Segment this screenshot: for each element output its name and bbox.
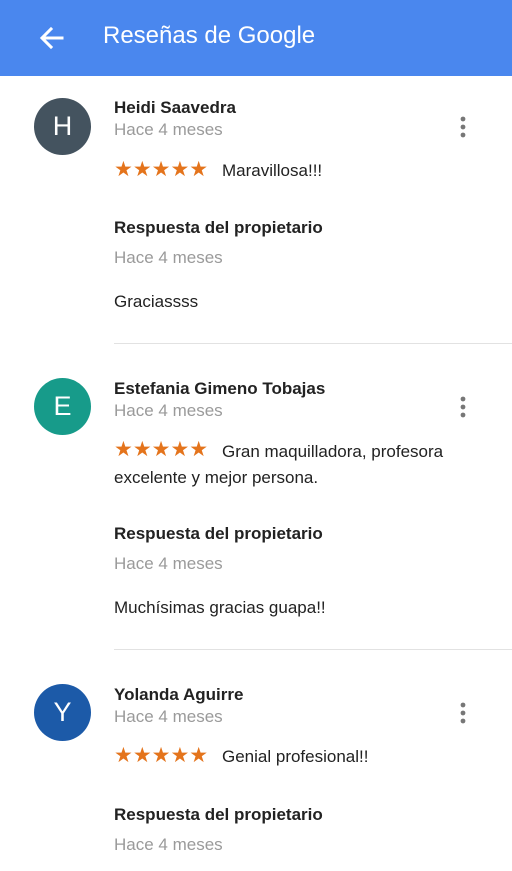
review-item: H Heidi Saavedra Hace 4 meses ★★★★★ Mara…: [0, 76, 512, 344]
reviewer-name: Yolanda Aguirre: [114, 685, 244, 704]
review-item: Y Yolanda Aguirre Hace 4 meses ★★★★★ Gen…: [0, 650, 512, 870]
star-rating: ★★★★★: [114, 744, 209, 767]
review-time: Hace 4 meses: [114, 401, 223, 420]
owner-response-title: Respuesta del propietario: [114, 524, 323, 543]
review-item: E Estefania Gimeno Tobajas Hace 4 meses …: [0, 344, 512, 650]
more-vert-icon[interactable]: [452, 700, 474, 726]
avatar: Y: [34, 684, 91, 741]
owner-response-title: Respuesta del propietario: [114, 218, 323, 237]
owner-response-title: Respuesta del propietario: [114, 805, 323, 824]
page-title: Reseñas de Google: [103, 22, 316, 49]
more-vert-icon[interactable]: [452, 114, 474, 140]
owner-response-text: Graciassss: [114, 292, 199, 311]
review-time: Hace 4 meses: [114, 707, 223, 726]
reviewer-name: Estefania Gimeno Tobajas: [114, 379, 326, 398]
owner-response-time: Hace 4 meses: [114, 248, 223, 267]
review-text: Genial profesional!!: [222, 747, 369, 766]
avatar: H: [34, 98, 91, 155]
reviews-list: H Heidi Saavedra Hace 4 meses ★★★★★ Mara…: [0, 76, 512, 870]
back-arrow-icon[interactable]: [36, 22, 68, 54]
more-vert-icon[interactable]: [452, 394, 474, 420]
review-text-content: Gran maquilladora, profesora excelente y…: [114, 442, 444, 487]
reviewer-name: Heidi Saavedra: [114, 98, 236, 117]
star-rating: ★★★★★: [114, 158, 209, 181]
owner-response-text: Muchísimas gracias guapa!!: [114, 598, 326, 617]
review-text: Maravillosa!!!: [222, 161, 323, 180]
review-time: Hace 4 meses: [114, 120, 223, 139]
owner-response-time: Hace 4 meses: [114, 835, 223, 854]
avatar: E: [34, 378, 91, 435]
review-text: Gran maquilladora, profesora excelente y…: [114, 439, 494, 491]
app-bar: Reseñas de Google: [0, 0, 512, 76]
owner-response-time: Hace 4 meses: [114, 554, 223, 573]
